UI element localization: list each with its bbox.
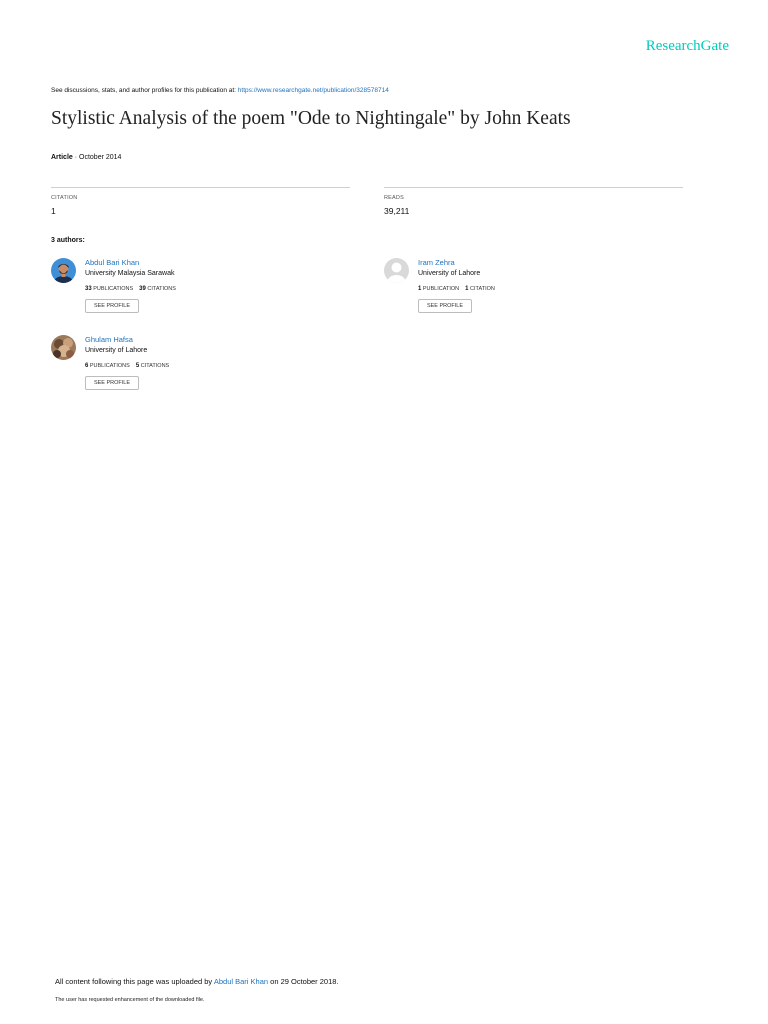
- citations-label: CITATIONS: [140, 363, 170, 369]
- author-institution: University Malaysia Sarawak: [85, 270, 175, 277]
- reads-count: 39,211: [384, 206, 410, 216]
- citations-label: CITATIONS: [147, 286, 176, 292]
- upload-note: All content following this page was uplo…: [55, 977, 339, 986]
- citation-count: 1: [51, 206, 56, 216]
- author-name[interactable]: Iram Zehra: [418, 258, 455, 267]
- upload-prefix: All content following this page was uplo…: [55, 977, 214, 986]
- author-stats: 33 PUBLICATIONS 39 CITATIONS: [85, 286, 176, 292]
- author-card: Iram Zehra University of Lahore 1 PUBLIC…: [384, 258, 684, 318]
- avatar[interactable]: [384, 258, 409, 283]
- citations-count: 39: [139, 286, 146, 292]
- citation-divider: [51, 187, 350, 188]
- discussion-line: See discussions, stats, and author profi…: [51, 87, 389, 94]
- publications-label: PUBLICATIONS: [89, 363, 130, 369]
- researchgate-logo[interactable]: ResearchGate: [646, 38, 729, 55]
- author-stats: 1 PUBLICATION 1 CITATION: [418, 286, 495, 292]
- publications-label: PUBLICATION: [422, 286, 460, 292]
- citations-count: 1: [465, 286, 469, 292]
- discussion-text: See discussions, stats, and author profi…: [51, 87, 238, 94]
- see-profile-button[interactable]: SEE PROFILE: [85, 376, 139, 390]
- citations-count: 5: [135, 363, 140, 369]
- author-name[interactable]: Abdul Bari Khan: [85, 258, 139, 267]
- citations-label: CITATION: [470, 286, 495, 292]
- author-stats: 6 PUBLICATIONS 5 CITATIONS: [85, 363, 169, 369]
- publications-count: 1: [418, 286, 422, 292]
- publications-label: PUBLICATIONS: [93, 286, 134, 292]
- reads-divider: [384, 187, 683, 188]
- author-institution: University of Lahore: [418, 270, 481, 277]
- author-card: Ghulam Hafsa University of Lahore 6 PUBL…: [51, 335, 351, 395]
- see-profile-button[interactable]: SEE PROFILE: [85, 299, 139, 313]
- publications-count: 33: [85, 286, 92, 292]
- author-card: Abdul Bari Khan University Malaysia Sara…: [51, 258, 351, 318]
- publication-meta: Article · October 2014: [51, 154, 121, 161]
- avatar[interactable]: [51, 335, 76, 360]
- publication-type: Article: [51, 154, 73, 161]
- reads-label: READS: [384, 195, 404, 201]
- author-name[interactable]: Ghulam Hafsa: [85, 335, 133, 344]
- publication-date: · October 2014: [72, 154, 122, 161]
- see-profile-button[interactable]: SEE PROFILE: [418, 299, 472, 313]
- publications-count: 6: [85, 363, 89, 369]
- upload-suffix: on 29 October 2018.: [268, 977, 339, 986]
- publication-title: Stylistic Analysis of the poem "Ode to N…: [51, 108, 571, 129]
- citation-label: CITATION: [51, 195, 78, 201]
- uploader-link[interactable]: Abdul Bari Khan: [214, 977, 268, 986]
- publication-link[interactable]: https://www.researchgate.net/publication…: [238, 87, 389, 94]
- enhancement-note: The user has requested enhancement of th…: [55, 997, 205, 1003]
- author-institution: University of Lahore: [85, 347, 148, 354]
- authors-heading: 3 authors:: [51, 237, 85, 244]
- avatar[interactable]: [51, 258, 76, 283]
